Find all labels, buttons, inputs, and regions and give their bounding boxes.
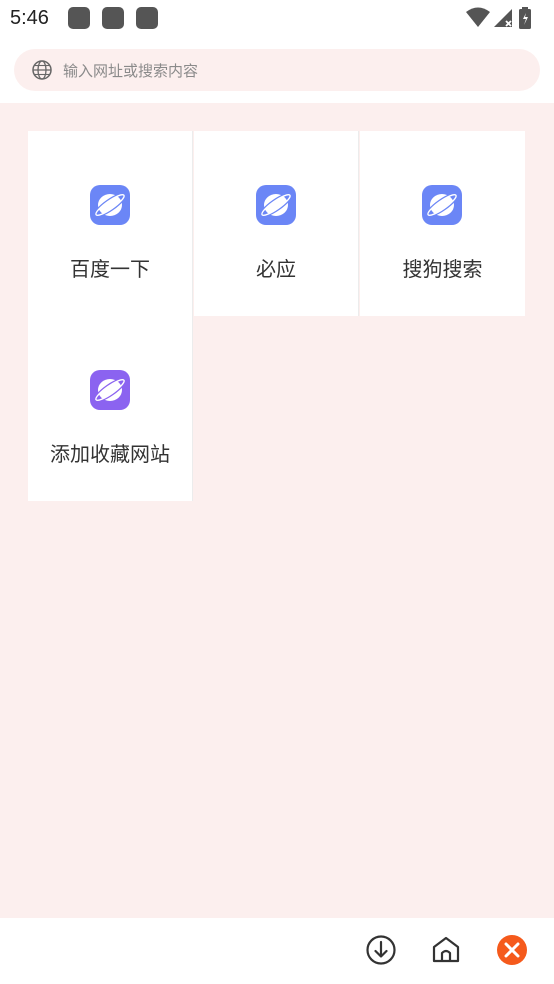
- bottom-toolbar: [0, 918, 554, 984]
- battery-icon: [519, 7, 531, 29]
- close-icon[interactable]: [496, 934, 528, 966]
- planet-icon: [256, 185, 296, 225]
- search-bar[interactable]: 输入网址或搜索内容: [14, 49, 540, 91]
- bookmarks-grid: 百度一下 必应 搜狗搜索 添加收藏网站: [0, 103, 554, 918]
- wifi-icon: [466, 7, 490, 27]
- notification-icon: [136, 7, 158, 29]
- bookmark-label: 添加收藏网站: [50, 442, 170, 466]
- bookmark-label: 百度一下: [70, 257, 150, 281]
- system-icons: [466, 7, 546, 31]
- signal-icon: [494, 9, 512, 27]
- bookmark-tile-baidu[interactable]: 百度一下: [28, 131, 193, 316]
- home-icon[interactable]: [430, 934, 462, 966]
- planet-icon: [90, 185, 130, 225]
- add-bookmark-tile[interactable]: 添加收藏网站: [28, 316, 193, 501]
- globe-icon: [32, 60, 52, 80]
- bookmark-tile-bing[interactable]: 必应: [194, 131, 359, 316]
- search-input[interactable]: 输入网址或搜索内容: [63, 60, 198, 81]
- notification-icon: [102, 7, 124, 29]
- bookmark-label: 搜狗搜索: [402, 257, 483, 281]
- bookmark-tile-sogou[interactable]: 搜狗搜索: [360, 131, 525, 316]
- planet-icon: [422, 185, 462, 225]
- download-icon[interactable]: [365, 934, 397, 966]
- status-bar: 5:46: [0, 0, 554, 38]
- notification-icon: [68, 7, 90, 29]
- bookmark-label: 必应: [256, 257, 296, 281]
- status-time: 5:46: [10, 7, 49, 29]
- planet-icon: [90, 370, 130, 410]
